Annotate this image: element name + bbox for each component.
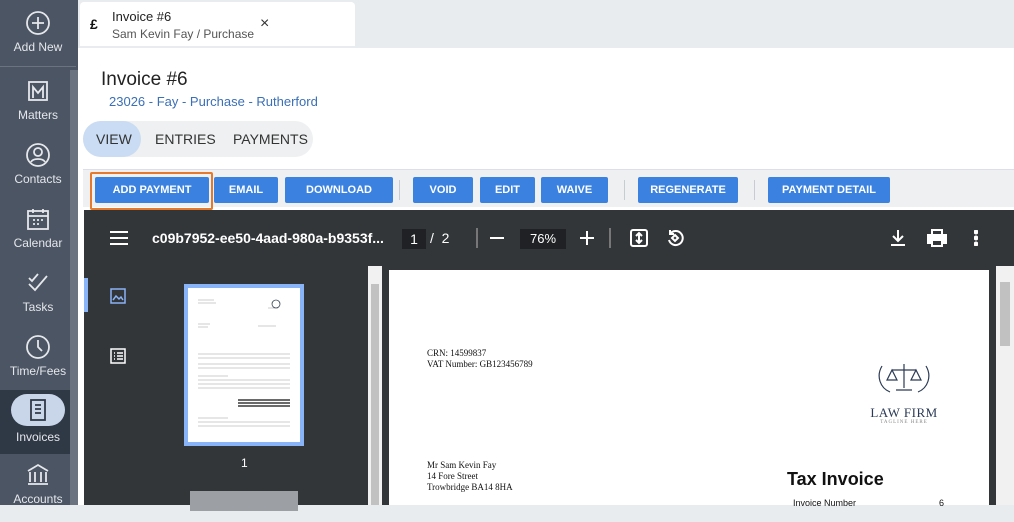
invoice-heading: Tax Invoice: [787, 469, 884, 489]
divider: [754, 180, 755, 200]
download-button[interactable]: DOWNLOAD: [285, 177, 393, 203]
logo-text: LAW FIRM: [870, 405, 938, 420]
action-toolbar: ADD PAYMENT EMAIL DOWNLOAD VOID EDIT WAI…: [83, 169, 1014, 210]
pdf-viewer: c09b7952-ee50-4aad-980a-b9353f... 1 / 2 …: [84, 210, 1014, 511]
tab-title: Invoice #6: [112, 9, 172, 24]
nav-tasks[interactable]: Tasks: [0, 270, 76, 330]
logo-tagline: TAGLINE HERE: [880, 420, 928, 425]
invoice-number-label: Invoice Number: [793, 498, 857, 508]
nav-add-new[interactable]: Add New: [0, 10, 76, 70]
clock-icon: [26, 335, 50, 359]
plus-circle-icon: [26, 11, 50, 35]
invoice-number-value: 6: [939, 498, 945, 508]
print-icon[interactable]: [927, 229, 947, 247]
zoom-out-icon[interactable]: [490, 231, 504, 245]
tab-bar: £ Invoice #6 Sam Kevin Fay / Purchase ×: [78, 0, 1014, 48]
thumbnail-page-number: 1: [241, 456, 248, 470]
divider: [0, 66, 76, 67]
main-panel: Invoice #6 23026 - Fay - Purchase - Ruth…: [78, 48, 1014, 511]
divider: [399, 180, 400, 200]
nav-calendar[interactable]: Calendar: [0, 206, 76, 266]
nav-label: Invoices: [15, 430, 61, 444]
pound-icon: £: [90, 16, 98, 32]
nav-label: Add New: [13, 40, 63, 54]
tab-entries[interactable]: ENTRIES: [155, 131, 216, 147]
tab-subtitle: Sam Kevin Fay / Purchase: [112, 27, 255, 41]
close-icon[interactable]: ×: [260, 15, 269, 33]
invoice-icon: [30, 399, 46, 421]
page-thumbnail[interactable]: [184, 284, 304, 446]
email-button[interactable]: EMAIL: [214, 177, 278, 203]
page-input[interactable]: 1: [402, 229, 426, 249]
nav-matters[interactable]: Matters: [0, 78, 76, 138]
thumbnail-preview: [198, 299, 290, 427]
nav-label: Calendar: [13, 236, 63, 250]
nav-label: Tasks: [22, 300, 54, 314]
zoom-in-icon[interactable]: [580, 231, 594, 245]
crn-text: CRN: 14599837: [427, 348, 487, 358]
waive-button[interactable]: WAIVE: [541, 177, 608, 203]
page-thumbnail-2[interactable]: [190, 491, 298, 511]
address-line-2: 14 Fore Street: [427, 471, 478, 481]
more-icon[interactable]: [974, 230, 978, 246]
thumbnail-panel: 1: [84, 266, 384, 511]
divider: [476, 228, 478, 248]
document-scrollbar[interactable]: [996, 266, 1014, 505]
scroll-thumb[interactable]: [371, 284, 379, 505]
thumbnail-icon[interactable]: [110, 288, 126, 304]
sidebar-scrollbar[interactable]: [70, 70, 78, 505]
page-total: 2: [441, 230, 450, 246]
pdf-toolbar: c09b7952-ee50-4aad-980a-b9353f... 1 / 2 …: [84, 210, 1014, 266]
menu-icon[interactable]: [110, 231, 128, 245]
bank-icon: [27, 463, 49, 485]
scroll-thumb[interactable]: [1000, 282, 1010, 346]
matter-link[interactable]: 23026 - Fay - Purchase - Rutherford: [109, 94, 318, 109]
law-firm-logo-icon: [878, 364, 930, 393]
nav-contacts[interactable]: Contacts: [0, 142, 76, 202]
divider: [609, 228, 611, 248]
contact-icon: [26, 143, 50, 167]
tab-invoice[interactable]: £ Invoice #6 Sam Kevin Fay / Purchase ×: [80, 2, 355, 46]
tab-view[interactable]: VIEW: [96, 131, 132, 147]
page-title: Invoice #6: [101, 69, 188, 90]
sidebar-selection: [84, 278, 88, 312]
payment-detail-button[interactable]: PAYMENT DETAIL: [768, 177, 890, 203]
nav-label: Accounts: [13, 492, 63, 506]
edit-button[interactable]: EDIT: [480, 177, 535, 203]
page-count: / 2: [430, 230, 449, 246]
highlight-box: [90, 172, 213, 210]
download-icon[interactable]: [890, 229, 906, 247]
regenerate-button[interactable]: REGENERATE: [638, 177, 738, 203]
thumbnail-scrollbar[interactable]: [368, 266, 382, 505]
nav-accounts[interactable]: Accounts: [0, 462, 76, 522]
zoom-level[interactable]: 76%: [520, 229, 566, 249]
nav-label: Contacts: [14, 172, 62, 186]
nav-label: Matters: [17, 108, 58, 122]
nav-time-fees[interactable]: Time/Fees: [0, 334, 76, 394]
pdf-filename: c09b7952-ee50-4aad-980a-b9353f...: [152, 230, 384, 246]
outline-icon[interactable]: [110, 348, 126, 364]
address-line-1: Mr Sam Kevin Fay: [427, 460, 497, 470]
calendar-icon: [27, 209, 49, 230]
address-line-3: Trowbridge BA14 8HA: [427, 482, 513, 492]
view-tabs: VIEW ENTRIES PAYMENTS: [83, 121, 313, 157]
nav-invoices[interactable]: Invoices: [0, 390, 76, 454]
pdf-page: CRN: 14599837 VAT Number: GB123456789 LA…: [389, 270, 989, 508]
rotate-icon[interactable]: [666, 229, 684, 247]
page-separator: /: [430, 230, 434, 246]
divider: [624, 180, 625, 200]
tasks-icon: [28, 273, 48, 292]
sidebar: Add New Matters Contacts Calendar Tasks …: [0, 0, 78, 506]
active-pill: [11, 394, 65, 426]
nav-label: Time/Fees: [9, 364, 67, 378]
fit-page-icon[interactable]: [630, 229, 648, 247]
vat-text: VAT Number: GB123456789: [427, 359, 533, 369]
matters-icon: [28, 81, 48, 101]
tab-payments[interactable]: PAYMENTS: [233, 131, 308, 147]
void-button[interactable]: VOID: [413, 177, 473, 203]
